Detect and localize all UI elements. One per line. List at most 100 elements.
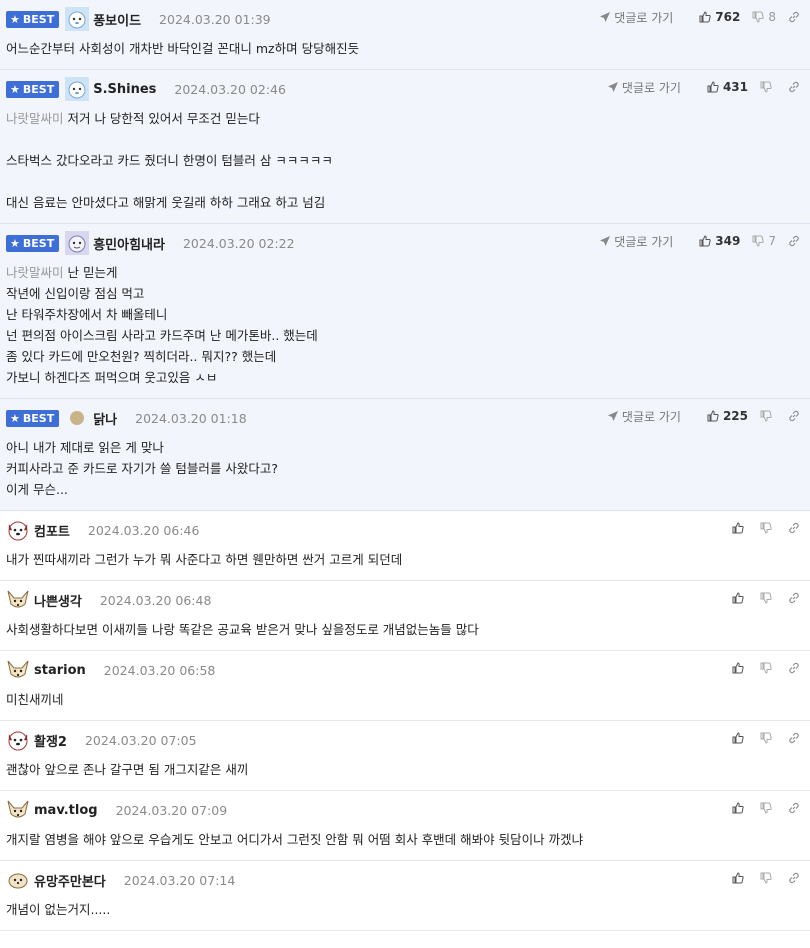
- thumbs-down-icon: [760, 410, 772, 422]
- thumbs-up-icon: [732, 662, 744, 674]
- downvote-count: 8: [768, 10, 776, 24]
- nickname[interactable]: 닭나: [93, 409, 117, 428]
- comment-actions: [720, 729, 800, 747]
- nickname[interactable]: 흥민아힘내라: [93, 234, 165, 253]
- downvote-button[interactable]: [760, 662, 776, 674]
- thumbs-up-icon: [699, 235, 711, 247]
- send-icon: [600, 236, 611, 246]
- share-link-button[interactable]: [788, 11, 800, 23]
- comment-body: 미친새끼네: [6, 681, 804, 720]
- nickname[interactable]: starion: [34, 663, 86, 678]
- avatar[interactable]: [65, 231, 90, 255]
- comment-date: 2024.03.20 07:09: [115, 802, 228, 818]
- comment-date: 2024.03.20 02:22: [182, 235, 295, 251]
- nickname[interactable]: 컴포트: [34, 521, 70, 540]
- comment-text: 난 믿는게 작년에 신입이랑 점심 먹고 난 타워주차장에서 차 빼올테니 넌 …: [6, 265, 318, 385]
- nickname[interactable]: 유망주만본다: [34, 871, 106, 890]
- comment-body: 나랏말싸미 저거 나 당한적 있어서 무조건 믿는다 스타벅스 갔다오라고 카드…: [6, 100, 804, 223]
- user-avatar-icon: [65, 7, 90, 31]
- downvote-count: 7: [768, 234, 776, 248]
- upvote-button[interactable]: [732, 732, 748, 744]
- avatar[interactable]: [65, 7, 90, 31]
- thumbs-up-icon: [732, 592, 744, 604]
- downvote-button[interactable]: [760, 732, 776, 744]
- avatar[interactable]: [6, 728, 30, 752]
- thumbs-down-icon: [760, 592, 772, 604]
- upvote-button[interactable]: [732, 592, 748, 604]
- upvote-button[interactable]: [732, 662, 748, 674]
- goto-reply-label: 댓글로 가기: [614, 234, 674, 249]
- avatar[interactable]: [6, 588, 30, 612]
- share-link-button[interactable]: [788, 732, 800, 744]
- link-icon: [789, 592, 799, 604]
- share-link-button[interactable]: [788, 235, 800, 247]
- nickname[interactable]: mav.tlog: [34, 803, 98, 818]
- nickname[interactable]: 나쁜생각: [34, 591, 82, 610]
- best-label: BEST: [22, 236, 55, 250]
- goto-reply-link[interactable]: 댓글로 가기: [607, 408, 681, 425]
- goto-reply-link[interactable]: 댓글로 가기: [607, 79, 681, 96]
- thumbs-down-icon: [760, 872, 772, 884]
- goto-reply-label: 댓글로 가기: [621, 409, 681, 424]
- downvote-button[interactable]: [760, 592, 776, 604]
- link-icon: [789, 11, 799, 23]
- downvote-button[interactable]: 7: [752, 234, 776, 248]
- comment-actions: 댓글로 가기 349 7: [599, 232, 800, 250]
- comment-text: 사회생활하다보면 이새끼들 나랑 똑같은 공교육 받은거 맞나 싶을정도로 개념…: [6, 622, 479, 637]
- comment-date: 2024.03.20 07:05: [84, 732, 197, 748]
- goto-reply-label: 댓글로 가기: [614, 10, 674, 25]
- user-avatar-icon: [7, 590, 29, 608]
- nickname[interactable]: 퐁보이드: [93, 10, 141, 29]
- downvote-button[interactable]: [760, 410, 776, 422]
- upvote-button[interactable]: [732, 872, 748, 884]
- user-avatar-icon: [7, 660, 29, 678]
- nickname[interactable]: S.Shines: [93, 82, 156, 97]
- share-link-button[interactable]: [788, 662, 800, 674]
- share-link-button[interactable]: [788, 872, 800, 884]
- comment-item: ★ BEST 흥민아힘내라 2024.03.20 02:22 댓글로 가기 34…: [0, 224, 810, 399]
- downvote-button[interactable]: [760, 522, 776, 534]
- upvote-count: 349: [715, 234, 741, 248]
- comment-item: ★ BEST 닭나 2024.03.20 01:18 댓글로 가기 225 아니…: [0, 399, 810, 511]
- share-link-button[interactable]: [788, 522, 800, 534]
- avatar[interactable]: [6, 868, 30, 892]
- link-icon: [789, 410, 799, 422]
- avatar[interactable]: [65, 406, 89, 430]
- share-link-button[interactable]: [788, 410, 800, 422]
- goto-reply-link[interactable]: 댓글로 가기: [599, 9, 673, 26]
- comment-item: 컴포트 2024.03.20 06:46 내가 찐따새끼라 그런가 누가 뭐 사…: [0, 511, 810, 581]
- upvote-count: 762: [715, 10, 741, 24]
- nickname[interactable]: 활쟁2: [34, 731, 67, 750]
- comment-item: 유망주만본다 2024.03.20 07:14 개념이 없는거지.....: [0, 861, 810, 931]
- reply-target[interactable]: 나랏말싸미: [6, 265, 64, 280]
- downvote-button[interactable]: [760, 802, 776, 814]
- share-link-button[interactable]: [788, 802, 800, 814]
- downvote-button[interactable]: [760, 81, 776, 93]
- avatar[interactable]: [65, 77, 90, 101]
- share-link-button[interactable]: [788, 81, 800, 93]
- downvote-button[interactable]: 8: [752, 10, 776, 24]
- share-link-button[interactable]: [788, 592, 800, 604]
- reply-target[interactable]: 나랏말싸미: [6, 111, 64, 126]
- comment-text: 개념이 없는거지.....: [6, 902, 111, 917]
- comment-item: mav.tlog 2024.03.20 07:09 개지랄 염병을 해야 앞으로…: [0, 791, 810, 861]
- comment-body: 아니 내가 제대로 읽은 게 맞나 커피사라고 준 카드로 자기가 쓸 텀블러를…: [6, 429, 804, 510]
- comment-text: 내가 찐따새끼라 그런가 누가 뭐 사준다고 하면 웬만하면 싼거 고르게 되던…: [6, 552, 403, 567]
- goto-reply-link[interactable]: 댓글로 가기: [599, 233, 673, 250]
- avatar[interactable]: [6, 658, 30, 682]
- best-badge: ★ BEST: [6, 10, 60, 28]
- comment-header: 유망주만본다 2024.03.20 07:14: [6, 869, 804, 891]
- comment-header: 컴포트 2024.03.20 06:46: [6, 519, 804, 541]
- avatar[interactable]: [6, 518, 30, 542]
- downvote-button[interactable]: [760, 872, 776, 884]
- upvote-button[interactable]: 349: [699, 234, 740, 248]
- upvote-button[interactable]: 431: [707, 80, 748, 94]
- star-icon: ★: [10, 12, 20, 26]
- user-avatar-icon: [70, 411, 85, 425]
- upvote-button[interactable]: 762: [699, 10, 740, 24]
- upvote-button[interactable]: [732, 802, 748, 814]
- comment-header: 활쟁2 2024.03.20 07:05: [6, 729, 804, 751]
- upvote-button[interactable]: [732, 522, 748, 534]
- upvote-button[interactable]: 225: [707, 409, 748, 423]
- avatar[interactable]: [6, 798, 30, 822]
